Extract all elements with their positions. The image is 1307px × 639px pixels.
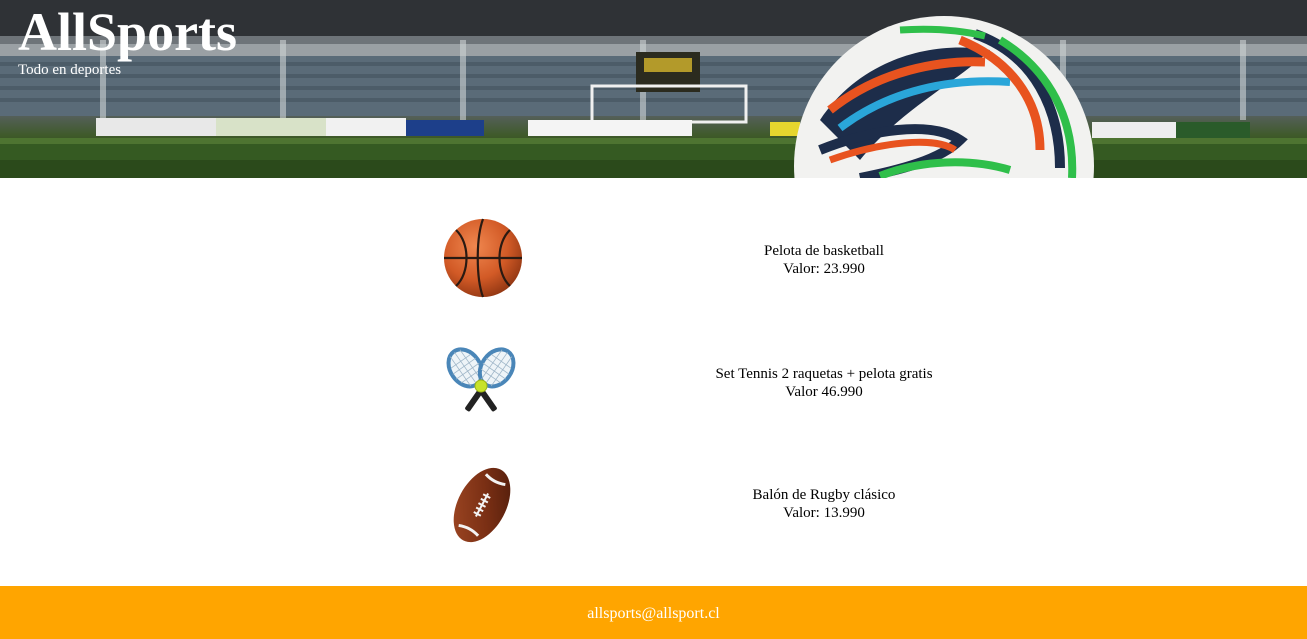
- rugby-ball-icon: [437, 460, 527, 550]
- footer-email: allsports@allsport.cl: [587, 605, 720, 622]
- product-item: Pelota de basketball Valor: 23.990: [0, 213, 1307, 313]
- footer: allsports@allsport.cl: [0, 586, 1307, 639]
- product-info: Pelota de basketball Valor: 23.990: [654, 242, 994, 278]
- product-name: Pelota de basketball: [764, 243, 884, 259]
- product-price: Valor 46.990: [785, 384, 863, 400]
- product-item: Set Tennis 2 raquetas + pelota gratis Va…: [0, 338, 1307, 438]
- tennis-rackets-icon: [436, 340, 526, 430]
- product-price: Valor: 23.990: [783, 261, 865, 277]
- header-banner: AllSports Todo en deportes: [0, 0, 1307, 178]
- product-info: Set Tennis 2 raquetas + pelota gratis Va…: [654, 365, 994, 401]
- product-price: Valor: 13.990: [783, 505, 865, 521]
- product-info: Balón de Rugby clásico Valor: 13.990: [654, 486, 994, 522]
- product-name: Set Tennis 2 raquetas + pelota gratis: [715, 366, 933, 382]
- product-item: Balón de Rugby clásico Valor: 13.990: [0, 458, 1307, 558]
- site-title: AllSports: [18, 2, 238, 62]
- site-tagline: Todo en deportes: [18, 62, 122, 78]
- product-list: Pelota de basketball Valor: 23.990 Set T…: [0, 178, 1307, 586]
- basketball-icon: [438, 213, 528, 303]
- product-name: Balón de Rugby clásico: [752, 487, 896, 503]
